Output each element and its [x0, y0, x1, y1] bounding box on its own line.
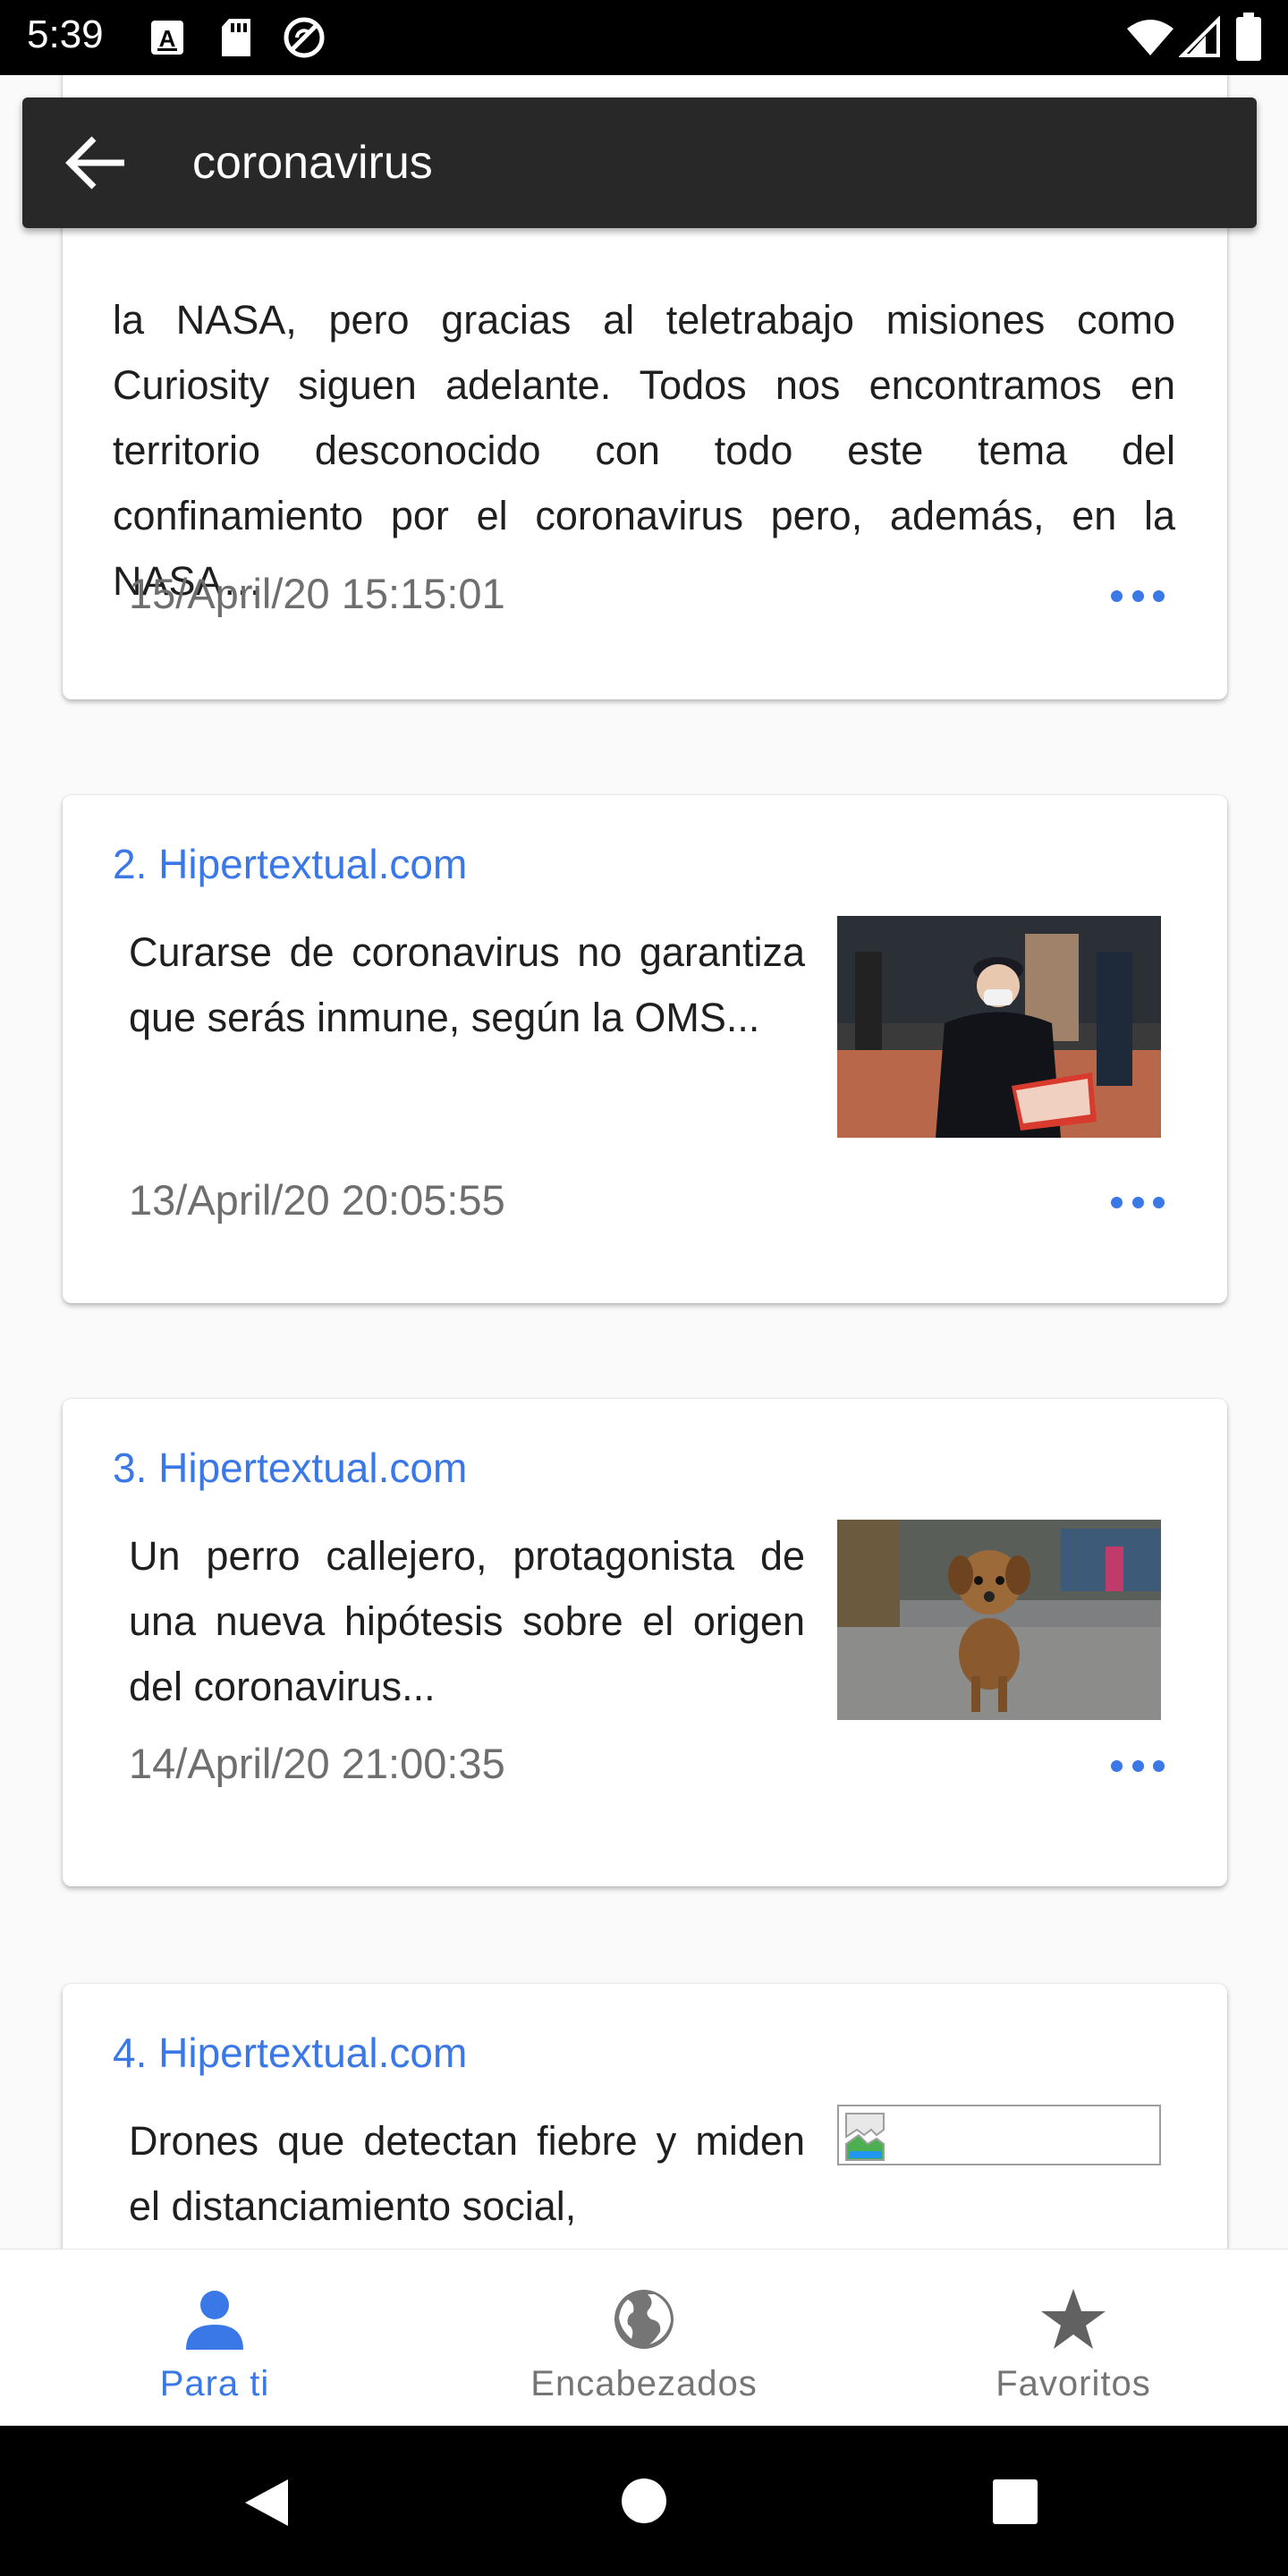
more-options-icon[interactable]: [1111, 1195, 1165, 1209]
article-thumbnail[interactable]: [837, 916, 1161, 1138]
a-text-icon: A: [151, 21, 183, 55]
article-card[interactable]: 3. Hipertextual.com Un perro callejero, …: [63, 1399, 1227, 1886]
article-card[interactable]: 4. Hipertextual.com Drones que detectan …: [63, 1984, 1227, 2249]
sd-card-icon: [222, 19, 250, 56]
article-source[interactable]: 2. Hipertextual.com: [113, 840, 467, 888]
back-arrow-icon[interactable]: [65, 135, 128, 191]
article-snippet: Un perro callejero, protagonista de una …: [129, 1533, 805, 1709]
search-app-bar: [22, 97, 1257, 228]
signal-icon: [1179, 16, 1220, 57]
article-source[interactable]: 3. Hipertextual.com: [113, 1444, 467, 1492]
article-source[interactable]: 4. Hipertextual.com: [113, 2029, 467, 2077]
battery-icon: [1236, 13, 1261, 61]
article-date: 15/April/20 15:15:01: [129, 570, 505, 617]
svg-text:A: A: [159, 25, 176, 52]
back-triangle-icon[interactable]: [242, 2476, 292, 2529]
article-date: 14/April/20 21:00:35: [129, 1740, 505, 1787]
nav-item-favoritos[interactable]: Favoritos: [859, 2250, 1288, 2427]
results-list[interactable]: la NASA, pero gracias al teletrabajo mis…: [0, 75, 1288, 2249]
system-navigation-bar: [0, 2426, 1288, 2576]
home-circle-icon[interactable]: [621, 2478, 667, 2524]
bottom-navigation: Para ti Encabezados Favoritos: [0, 2249, 1288, 2426]
article-snippet: la NASA, pero gracias al teletrabajo mis…: [113, 297, 1175, 604]
star-icon: [1041, 2289, 1106, 2349]
more-options-icon[interactable]: [1111, 589, 1165, 603]
more-options-icon[interactable]: [1111, 1758, 1165, 1773]
article-card[interactable]: 2. Hipertextual.com Curarse de coronavir…: [63, 795, 1227, 1303]
status-bar: 5:39 A: [0, 0, 1288, 75]
globe-icon: [614, 2290, 674, 2349]
search-input[interactable]: [192, 124, 1194, 201]
nav-item-para-ti[interactable]: Para ti: [0, 2250, 429, 2427]
nav-label: Favoritos: [996, 2364, 1151, 2403]
article-snippet: Curarse de coronavirus no garantiza que …: [129, 929, 805, 1040]
article-snippet: Drones que detectan fiebre y miden el di…: [129, 2118, 805, 2229]
article-date: 13/April/20 20:05:55: [129, 1176, 505, 1224]
nav-label: Para ti: [159, 2364, 270, 2403]
status-time: 5:39: [27, 13, 104, 56]
article-thumbnail[interactable]: [837, 1520, 1161, 1720]
recents-square-icon[interactable]: [993, 2479, 1038, 2524]
no-sync-icon: [284, 17, 325, 58]
nav-item-encabezados[interactable]: Encabezados: [429, 2250, 859, 2427]
wifi-icon: [1127, 20, 1174, 55]
nav-label: Encabezados: [530, 2364, 758, 2403]
person-icon: [186, 2291, 243, 2350]
broken-image-icon[interactable]: [837, 2105, 1161, 2165]
